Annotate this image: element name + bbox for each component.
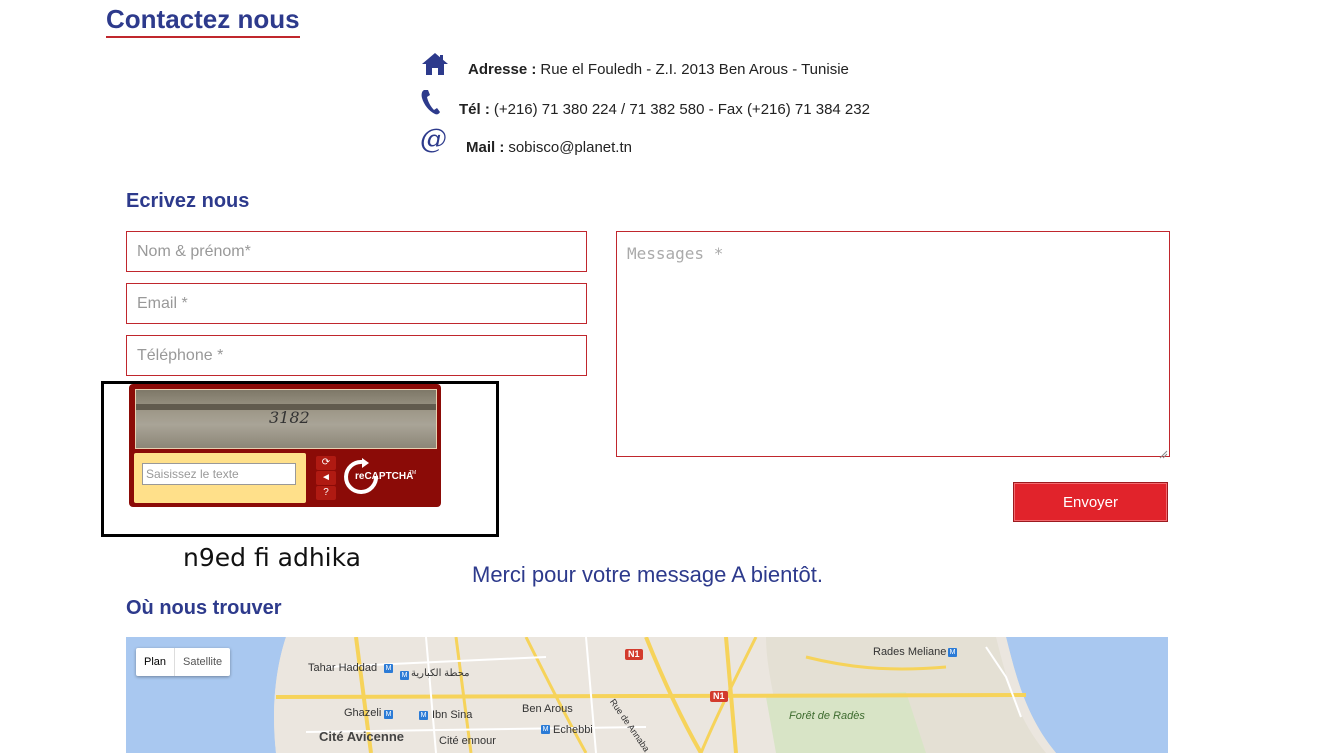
phone-input[interactable]: Téléphone * [126, 335, 587, 376]
captcha-image-text: 3182 [269, 408, 310, 427]
map-type-plan-button[interactable]: Plan [136, 648, 176, 676]
mail-row: Mail : sobisco@planet.tn [466, 139, 632, 156]
metro-icon: M [948, 648, 957, 657]
thanks-message: Merci pour votre message A bientôt. [472, 562, 823, 587]
send-button[interactable]: Envoyer [1013, 482, 1168, 522]
tel-value: (+216) 71 380 224 / 71 382 580 - Fax (+2… [493, 101, 870, 118]
metro-icon: M [384, 664, 393, 673]
email-input[interactable]: Email * [126, 283, 587, 324]
tel-label: Tél : [459, 101, 490, 118]
map-label-cite-ennour: Cité ennour [439, 735, 496, 747]
home-icon [421, 52, 449, 81]
map-label-rades-meliane: Rades Meliane [873, 646, 947, 658]
map-label-ibn-sina: Ibn Sina [432, 709, 473, 721]
metro-icon: M [384, 710, 393, 719]
metro-icon: M [400, 671, 409, 680]
map[interactable]: Tahar Haddad M محطة الكبارية M Ghazeli M… [126, 637, 1168, 753]
refresh-icon[interactable]: ⟳ [316, 456, 336, 470]
page-title: Contactez nous [106, 4, 300, 38]
road-shield-n1: N1 [625, 649, 643, 660]
mail-label: Mail : [466, 139, 505, 156]
map-type-control: Plan Satellite [136, 648, 231, 676]
road-shield-n1: N1 [710, 691, 728, 702]
recaptcha-logo-text: reCAPTCHA [355, 471, 414, 482]
form-title: Ecrivez nous [126, 190, 250, 212]
message-textarea[interactable]: Messages * [616, 231, 1170, 457]
map-label-echebbi: Echebbi [553, 724, 593, 736]
map-label-ben-arous: Ben Arous [522, 703, 573, 715]
address-label: Adresse : [468, 61, 537, 78]
phone-row: Tél : (+216) 71 380 224 / 71 382 580 - F… [459, 101, 870, 118]
map-section-title: Où nous trouver [126, 597, 282, 619]
map-label-ghazeli: Ghazeli [344, 707, 382, 719]
phone-icon [420, 88, 442, 121]
captcha-image: 3182 [135, 389, 437, 449]
address-row: Adresse : Rue el Fouledh - Z.I. 2013 Ben… [468, 61, 849, 78]
map-label-arabic-station: محطة الكبارية [411, 668, 470, 679]
audio-icon[interactable]: ◄ [316, 471, 336, 485]
name-input[interactable]: Nom & prénom* [126, 231, 587, 272]
address-value: Rue el Fouledh - Z.I. 2013 Ben Arous - T… [540, 61, 849, 78]
map-type-satellite-button[interactable]: Satellite [175, 648, 230, 676]
mail-value[interactable]: sobisco@planet.tn [508, 139, 632, 156]
at-sign-icon: @ [420, 124, 447, 155]
map-label-cite-avicenne: Cité Avicenne [319, 729, 405, 744]
help-icon[interactable]: ? [316, 486, 336, 500]
recaptcha-tm: TM [409, 470, 417, 476]
metro-icon: M [419, 711, 428, 720]
map-label-tahar-haddad: Tahar Haddad [308, 662, 378, 674]
handwritten-annotation: n9ed fi adhika [183, 543, 361, 572]
captcha-input[interactable]: Saisissez le texte [142, 463, 296, 485]
recaptcha-logo: reCAPTCHA TM [343, 458, 423, 496]
metro-icon: M [541, 725, 550, 734]
resize-handle-icon[interactable] [1159, 446, 1168, 459]
map-label-foret-rades: Forêt de Radès [789, 710, 865, 722]
